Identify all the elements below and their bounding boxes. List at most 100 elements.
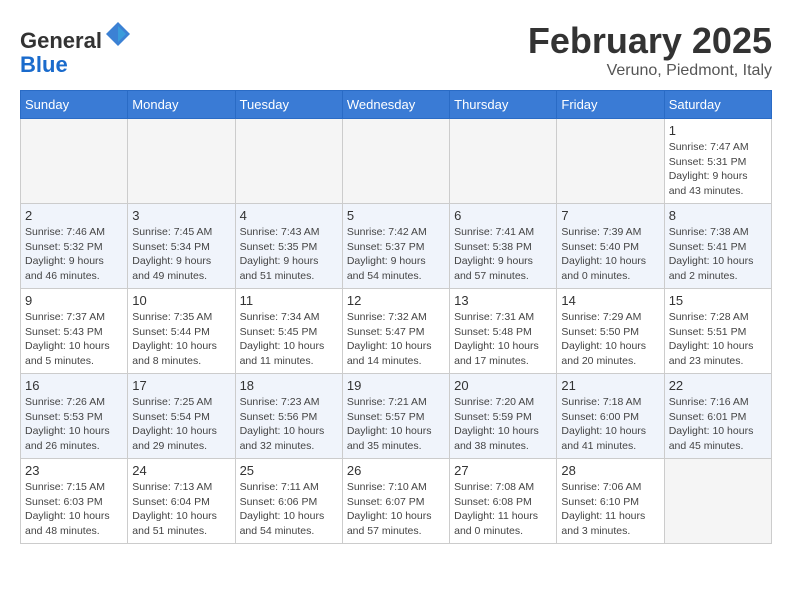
day-number: 1: [669, 123, 767, 138]
calendar-cell: [450, 119, 557, 204]
day-number: 27: [454, 463, 552, 478]
day-info: Sunrise: 7:45 AM Sunset: 5:34 PM Dayligh…: [132, 225, 230, 284]
calendar-week-row: 9 Sunrise: 7:37 AM Sunset: 5:43 PM Daylig…: [21, 289, 772, 374]
day-info: Sunrise: 7:20 AM Sunset: 5:59 PM Dayligh…: [454, 395, 552, 454]
day-number: 20: [454, 378, 552, 393]
calendar-cell: 9 Sunrise: 7:37 AM Sunset: 5:43 PM Daylig…: [21, 289, 128, 374]
day-info: Sunrise: 7:13 AM Sunset: 6:04 PM Dayligh…: [132, 480, 230, 539]
calendar-cell: 24 Sunrise: 7:13 AM Sunset: 6:04 PM Dayli…: [128, 459, 235, 544]
calendar-cell: 27 Sunrise: 7:08 AM Sunset: 6:08 PM Dayli…: [450, 459, 557, 544]
calendar-cell: 6Sunrise: 7:41 AM Sunset: 5:38 PM Daylig…: [450, 204, 557, 289]
calendar-cell: 21 Sunrise: 7:18 AM Sunset: 6:00 PM Dayli…: [557, 374, 664, 459]
calendar-cell: 14 Sunrise: 7:29 AM Sunset: 5:50 PM Dayli…: [557, 289, 664, 374]
day-info: Sunrise: 7:47 AM Sunset: 5:31 PM Dayligh…: [669, 140, 767, 199]
calendar-cell: 17Sunrise: 7:25 AM Sunset: 5:54 PM Dayli…: [128, 374, 235, 459]
day-number: 4: [240, 208, 338, 223]
day-info: Sunrise: 7:37 AM Sunset: 5:43 PM Dayligh…: [25, 310, 123, 369]
calendar-cell: 3 Sunrise: 7:45 AM Sunset: 5:34 PM Daylig…: [128, 204, 235, 289]
day-number: 18: [240, 378, 338, 393]
calendar-cell: 19 Sunrise: 7:21 AM Sunset: 5:57 PM Dayli…: [342, 374, 449, 459]
day-info: Sunrise: 7:38 AM Sunset: 5:41 PM Dayligh…: [669, 225, 767, 284]
day-number: 14: [561, 293, 659, 308]
weekday-header-friday: Friday: [557, 91, 664, 119]
page-header: General Blue February 2025 Veruno, Piedm…: [20, 20, 772, 80]
day-info: Sunrise: 7:32 AM Sunset: 5:47 PM Dayligh…: [347, 310, 445, 369]
calendar-cell: 23 Sunrise: 7:15 AM Sunset: 6:03 PM Dayli…: [21, 459, 128, 544]
day-number: 5: [347, 208, 445, 223]
calendar-cell: 1 Sunrise: 7:47 AM Sunset: 5:31 PM Daylig…: [664, 119, 771, 204]
day-info: Sunrise: 7:23 AM Sunset: 5:56 PM Dayligh…: [240, 395, 338, 454]
weekday-header-row: SundayMondayTuesdayWednesdayThursdayFrid…: [21, 91, 772, 119]
day-info: Sunrise: 7:35 AM Sunset: 5:44 PM Dayligh…: [132, 310, 230, 369]
weekday-header-wednesday: Wednesday: [342, 91, 449, 119]
day-number: 26: [347, 463, 445, 478]
month-title: February 2025: [528, 20, 772, 62]
day-info: Sunrise: 7:21 AM Sunset: 5:57 PM Dayligh…: [347, 395, 445, 454]
day-number: 19: [347, 378, 445, 393]
calendar-cell: 10Sunrise: 7:35 AM Sunset: 5:44 PM Dayli…: [128, 289, 235, 374]
calendar-cell: 4Sunrise: 7:43 AM Sunset: 5:35 PM Daylig…: [235, 204, 342, 289]
day-info: Sunrise: 7:06 AM Sunset: 6:10 PM Dayligh…: [561, 480, 659, 539]
calendar-cell: [21, 119, 128, 204]
day-number: 6: [454, 208, 552, 223]
calendar-cell: [557, 119, 664, 204]
day-info: Sunrise: 7:28 AM Sunset: 5:51 PM Dayligh…: [669, 310, 767, 369]
day-number: 23: [25, 463, 123, 478]
day-number: 7: [561, 208, 659, 223]
day-number: 12: [347, 293, 445, 308]
calendar-table: SundayMondayTuesdayWednesdayThursdayFrid…: [20, 90, 772, 544]
day-number: 17: [132, 378, 230, 393]
day-info: Sunrise: 7:18 AM Sunset: 6:00 PM Dayligh…: [561, 395, 659, 454]
logo-general-text: General: [20, 28, 102, 53]
calendar-cell: 20 Sunrise: 7:20 AM Sunset: 5:59 PM Dayli…: [450, 374, 557, 459]
day-number: 8: [669, 208, 767, 223]
day-number: 24: [132, 463, 230, 478]
day-info: Sunrise: 7:29 AM Sunset: 5:50 PM Dayligh…: [561, 310, 659, 369]
calendar-cell: [342, 119, 449, 204]
day-info: Sunrise: 7:34 AM Sunset: 5:45 PM Dayligh…: [240, 310, 338, 369]
weekday-header-sunday: Sunday: [21, 91, 128, 119]
calendar-week-row: 1 Sunrise: 7:47 AM Sunset: 5:31 PM Daylig…: [21, 119, 772, 204]
logo-icon: [104, 20, 132, 48]
day-info: Sunrise: 7:11 AM Sunset: 6:06 PM Dayligh…: [240, 480, 338, 539]
calendar-cell: 13 Sunrise: 7:31 AM Sunset: 5:48 PM Dayli…: [450, 289, 557, 374]
calendar-cell: 8 Sunrise: 7:38 AM Sunset: 5:41 PM Daylig…: [664, 204, 771, 289]
weekday-header-tuesday: Tuesday: [235, 91, 342, 119]
day-number: 21: [561, 378, 659, 393]
day-info: Sunrise: 7:39 AM Sunset: 5:40 PM Dayligh…: [561, 225, 659, 284]
calendar-cell: 15 Sunrise: 7:28 AM Sunset: 5:51 PM Dayli…: [664, 289, 771, 374]
calendar-week-row: 16Sunrise: 7:26 AM Sunset: 5:53 PM Dayli…: [21, 374, 772, 459]
logo: General Blue: [20, 20, 132, 77]
calendar-week-row: 23 Sunrise: 7:15 AM Sunset: 6:03 PM Dayli…: [21, 459, 772, 544]
day-number: 9: [25, 293, 123, 308]
day-number: 15: [669, 293, 767, 308]
day-number: 22: [669, 378, 767, 393]
calendar-cell: 2 Sunrise: 7:46 AM Sunset: 5:32 PM Daylig…: [21, 204, 128, 289]
calendar-cell: 22 Sunrise: 7:16 AM Sunset: 6:01 PM Dayli…: [664, 374, 771, 459]
calendar-cell: 26 Sunrise: 7:10 AM Sunset: 6:07 PM Dayli…: [342, 459, 449, 544]
day-number: 11: [240, 293, 338, 308]
title-block: February 2025 Veruno, Piedmont, Italy: [528, 20, 772, 80]
calendar-cell: 12 Sunrise: 7:32 AM Sunset: 5:47 PM Dayli…: [342, 289, 449, 374]
day-info: Sunrise: 7:10 AM Sunset: 6:07 PM Dayligh…: [347, 480, 445, 539]
day-number: 3: [132, 208, 230, 223]
calendar-cell: 11 Sunrise: 7:34 AM Sunset: 5:45 PM Dayli…: [235, 289, 342, 374]
calendar-cell: 25Sunrise: 7:11 AM Sunset: 6:06 PM Dayli…: [235, 459, 342, 544]
day-number: 2: [25, 208, 123, 223]
calendar-week-row: 2 Sunrise: 7:46 AM Sunset: 5:32 PM Daylig…: [21, 204, 772, 289]
calendar-cell: [235, 119, 342, 204]
weekday-header-saturday: Saturday: [664, 91, 771, 119]
location-subtitle: Veruno, Piedmont, Italy: [528, 62, 772, 80]
logo-blue-text: Blue: [20, 52, 68, 77]
day-info: Sunrise: 7:16 AM Sunset: 6:01 PM Dayligh…: [669, 395, 767, 454]
weekday-header-monday: Monday: [128, 91, 235, 119]
day-number: 28: [561, 463, 659, 478]
day-info: Sunrise: 7:15 AM Sunset: 6:03 PM Dayligh…: [25, 480, 123, 539]
day-info: Sunrise: 7:46 AM Sunset: 5:32 PM Dayligh…: [25, 225, 123, 284]
day-number: 13: [454, 293, 552, 308]
calendar-cell: 7 Sunrise: 7:39 AM Sunset: 5:40 PM Daylig…: [557, 204, 664, 289]
calendar-cell: 16Sunrise: 7:26 AM Sunset: 5:53 PM Dayli…: [21, 374, 128, 459]
day-info: Sunrise: 7:08 AM Sunset: 6:08 PM Dayligh…: [454, 480, 552, 539]
day-info: Sunrise: 7:31 AM Sunset: 5:48 PM Dayligh…: [454, 310, 552, 369]
calendar-cell: [128, 119, 235, 204]
